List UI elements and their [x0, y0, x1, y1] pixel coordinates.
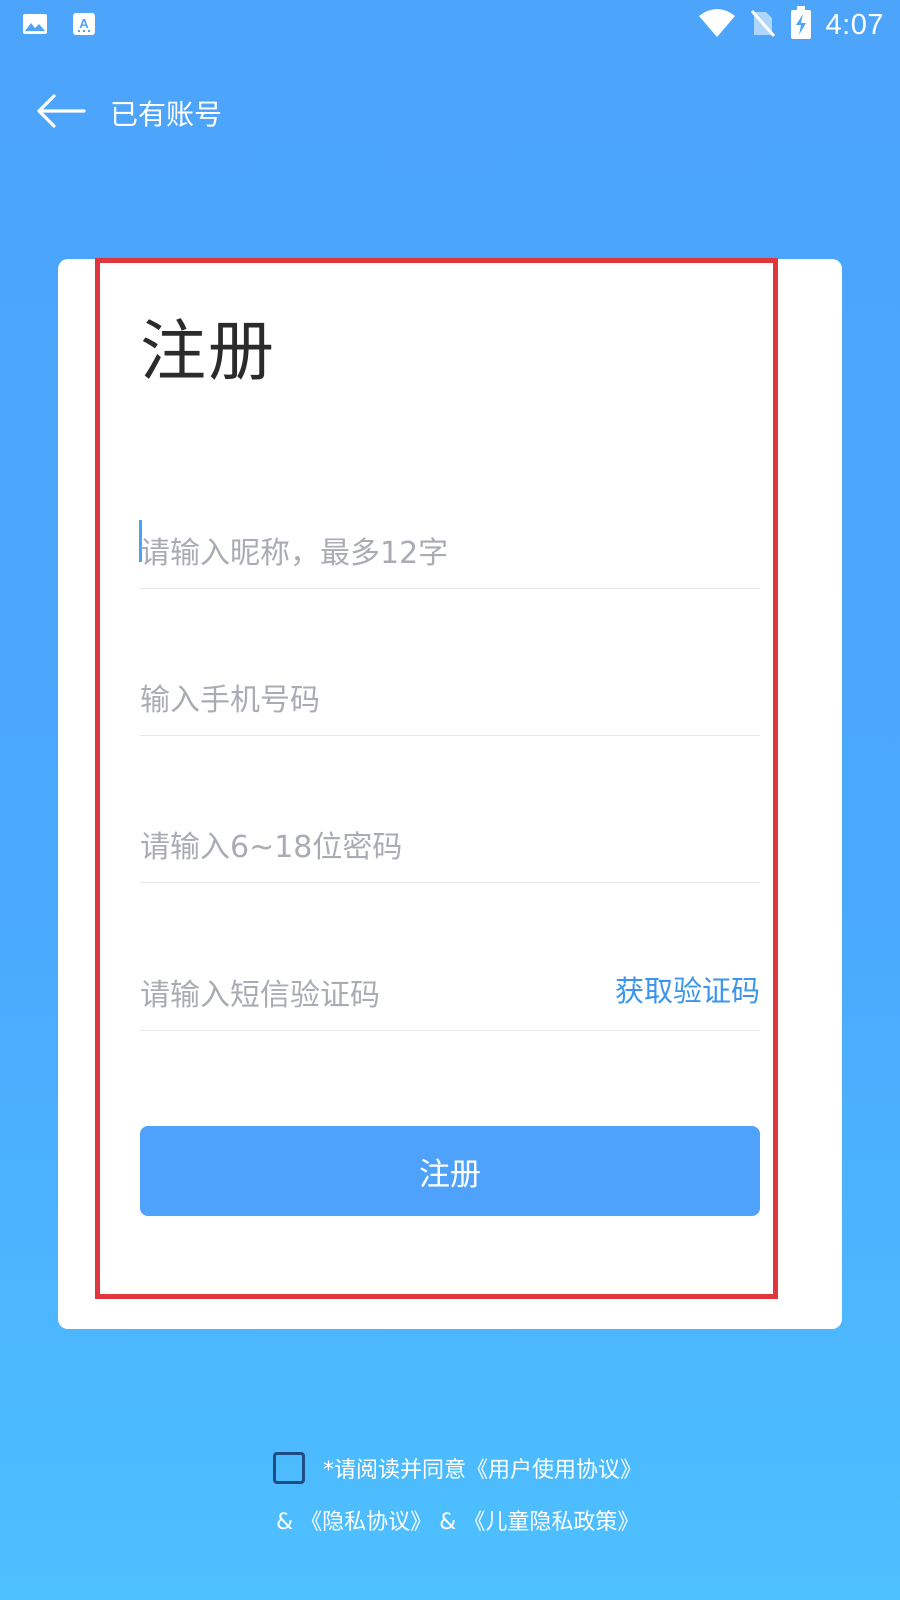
- phone-input[interactable]: [140, 675, 760, 725]
- phone-field[interactable]: [140, 655, 760, 736]
- status-icons: 4:07: [698, 6, 884, 44]
- agree-checkbox[interactable]: [273, 1452, 305, 1484]
- gallery-icon: [22, 12, 47, 36]
- page-title: 注册: [140, 313, 276, 390]
- nickname-field[interactable]: [139, 508, 760, 589]
- get-code-button[interactable]: 获取验证码: [615, 968, 760, 1010]
- status-time: 4:07: [825, 8, 884, 41]
- password-field[interactable]: [140, 802, 760, 883]
- nav-title[interactable]: 已有账号: [110, 93, 222, 133]
- agreement-text: *请阅读并同意《用户使用协议》: [323, 1452, 642, 1484]
- user-agreement-link[interactable]: 《用户使用协议》: [466, 1458, 642, 1483]
- register-button[interactable]: 注册: [140, 1126, 760, 1216]
- text-app-icon: A: [72, 12, 96, 36]
- wifi-icon: [698, 8, 736, 42]
- sms-code-input[interactable]: [140, 970, 590, 1020]
- sms-code-field[interactable]: 获取验证码: [140, 950, 760, 1031]
- no-sim-icon: [750, 8, 776, 42]
- back-button[interactable]: [36, 93, 90, 133]
- svg-text:A: A: [79, 16, 89, 31]
- privacy-agreement-link[interactable]: 《隐私协议》: [300, 1510, 432, 1535]
- agreement-line-1: *请阅读并同意《用户使用协议》: [273, 1448, 642, 1488]
- child-privacy-link[interactable]: 《儿童隐私政策》: [463, 1510, 639, 1535]
- nickname-input[interactable]: [140, 528, 760, 578]
- top-nav: 已有账号: [36, 88, 222, 138]
- password-input[interactable]: [140, 822, 760, 872]
- battery-charging-icon: [790, 6, 812, 44]
- arrow-left-icon: [36, 93, 86, 133]
- status-bar: A 4:07: [0, 0, 900, 50]
- agreement-prefix: *请阅读并同意: [323, 1458, 467, 1483]
- ampersand-2: &: [439, 1510, 457, 1535]
- ampersand-1: &: [276, 1510, 294, 1535]
- agreement-line-2: & 《隐私协议》 & 《儿童隐私政策》: [276, 1504, 639, 1536]
